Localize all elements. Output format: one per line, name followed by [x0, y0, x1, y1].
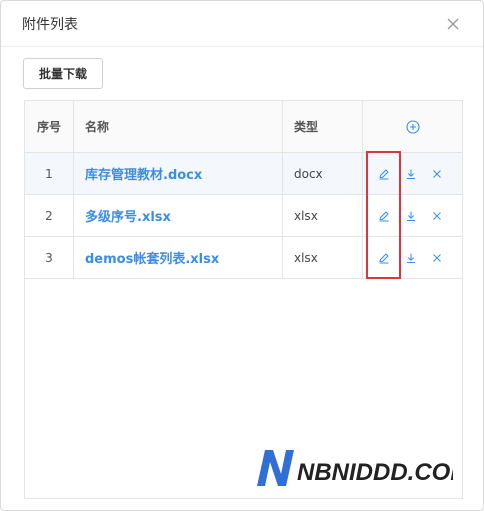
edit-button[interactable]: [376, 208, 392, 224]
edit-button[interactable]: [376, 250, 392, 266]
row-name-cell: 库存管理教材.docx: [74, 153, 283, 194]
plus-circle-icon: [405, 119, 420, 134]
file-name-link[interactable]: 多级序号.xlsx: [85, 206, 171, 225]
header-name: 名称: [74, 101, 283, 152]
header-index: 序号: [25, 101, 74, 152]
pencil-icon: [379, 253, 389, 264]
row-name-cell: demos帐套列表.xlsx: [74, 237, 283, 278]
row-ops: [363, 237, 462, 278]
download-icon: [407, 211, 415, 221]
download-icon: [407, 169, 415, 179]
attachment-dialog: 附件列表 批量下载 序号 名称 类型 1 库存管理教材.docx docx 2 …: [0, 0, 484, 511]
row-index: 1: [25, 153, 74, 194]
row-ops: [363, 195, 462, 236]
row-type: xlsx: [283, 237, 363, 278]
attachment-table: 序号 名称 类型 1 库存管理教材.docx docx 2 多级序号.xlsx …: [24, 100, 463, 499]
delete-button[interactable]: [429, 250, 445, 266]
edit-button[interactable]: [376, 166, 392, 182]
close-icon: [433, 212, 441, 220]
dialog-title: 附件列表: [22, 17, 78, 33]
download-button[interactable]: [403, 166, 419, 182]
delete-button[interactable]: [429, 166, 445, 182]
table-header: 序号 名称 类型: [25, 101, 462, 153]
row-ops: [363, 153, 462, 194]
row-name-cell: 多级序号.xlsx: [74, 195, 283, 236]
row-type: xlsx: [283, 195, 363, 236]
close-icon: [447, 18, 459, 30]
pencil-icon: [379, 169, 389, 180]
row-index: 3: [25, 237, 74, 278]
file-name-link[interactable]: 库存管理教材.docx: [85, 164, 202, 183]
pencil-icon: [379, 211, 389, 222]
close-icon: [433, 254, 441, 262]
row-type: docx: [283, 153, 363, 194]
add-attachment-button[interactable]: [405, 119, 420, 134]
file-name-link[interactable]: demos帐套列表.xlsx: [85, 248, 219, 267]
table-row: 1 库存管理教材.docx docx: [25, 153, 462, 195]
table-row: 3 demos帐套列表.xlsx xlsx: [25, 237, 462, 279]
header-ops: [363, 101, 462, 152]
download-button[interactable]: [403, 208, 419, 224]
dialog-close-button[interactable]: [443, 14, 463, 34]
dialog-header: 附件列表: [1, 1, 483, 47]
batch-download-button[interactable]: 批量下载: [23, 58, 103, 89]
download-button[interactable]: [403, 250, 419, 266]
table-row: 2 多级序号.xlsx xlsx: [25, 195, 462, 237]
close-icon: [433, 170, 441, 178]
header-type: 类型: [283, 101, 363, 152]
row-index: 2: [25, 195, 74, 236]
download-icon: [407, 253, 415, 263]
delete-button[interactable]: [429, 208, 445, 224]
